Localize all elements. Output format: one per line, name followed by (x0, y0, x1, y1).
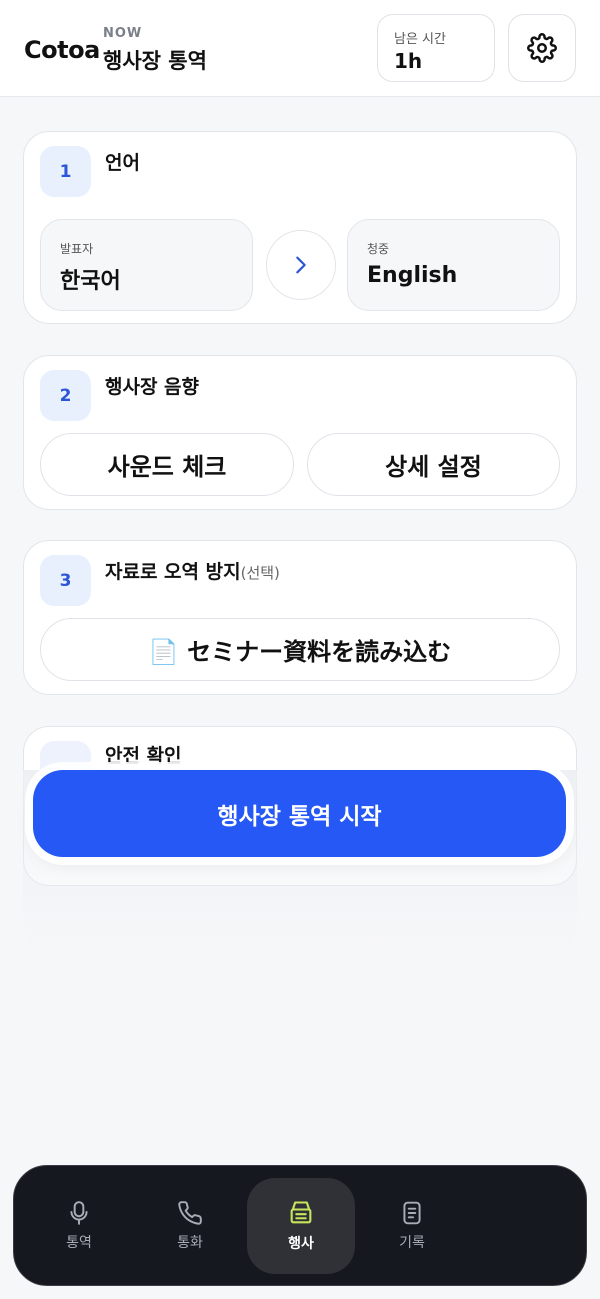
step-number: 1 (40, 146, 91, 197)
app-logo: Cotoa (24, 36, 100, 64)
nav-label: 행사 (288, 1236, 314, 1252)
language-card: 1 언어 발표자 한국어 청중 English (23, 131, 577, 324)
venue-audio-card: 2 행사장 음향 사운드 체크 상세 설정 (23, 355, 577, 510)
card-title: 자료로 오역 방지(선택) (105, 557, 280, 584)
card-title: 안전 확인 (105, 745, 182, 767)
audience-language-selector[interactable]: 청중 English (347, 219, 560, 311)
chevron-right-icon (296, 256, 306, 274)
optional-label: (선택) (240, 564, 280, 582)
speaker-language-value: 한국어 (60, 269, 121, 294)
card-title-text: 자료로 오역 방지 (105, 561, 241, 583)
step-number: 3 (40, 555, 91, 606)
card-title: 행사장 음향 (105, 376, 200, 398)
load-material-button[interactable]: 📄 セミナー資料を読み込む (40, 618, 560, 681)
event-icon (290, 1201, 312, 1224)
remaining-time-box[interactable]: 남은 시간 1h (377, 14, 495, 82)
remaining-time-value: 1h (394, 49, 423, 73)
bottom-navigation: 통역 통화 행사 기록 (13, 1165, 587, 1286)
nav-label: 통역 (66, 1235, 92, 1251)
nav-label: 기록 (399, 1235, 425, 1251)
language-direction-button[interactable] (266, 230, 336, 300)
nav-item-history[interactable]: 기록 (358, 1178, 466, 1274)
current-mode-title: 행사장 통역 (103, 49, 207, 73)
step-number: 2 (40, 370, 91, 421)
microphone-icon (70, 1201, 88, 1225)
nav-label: 통화 (177, 1235, 203, 1251)
nav-item-event[interactable]: 행사 (247, 1178, 355, 1274)
phone-icon (178, 1201, 202, 1225)
gear-icon (527, 33, 557, 63)
speaker-language-selector[interactable]: 발표자 한국어 (40, 219, 253, 311)
audience-language-value: English (367, 263, 458, 288)
card-title: 언어 (105, 152, 140, 174)
detail-settings-button[interactable]: 상세 설정 (307, 433, 560, 496)
start-interpretation-button[interactable]: 행사장 통역 시작 (33, 770, 566, 857)
audience-label: 청중 (367, 242, 390, 256)
speaker-label: 발표자 (60, 242, 94, 256)
sound-check-button[interactable]: 사운드 체크 (40, 433, 294, 496)
app-header: Cotoa NOW 행사장 통역 남은 시간 1h (0, 0, 600, 97)
remaining-time-label: 남은 시간 (394, 32, 446, 47)
document-icon (403, 1201, 421, 1225)
settings-button[interactable] (508, 14, 576, 82)
now-label: NOW (103, 26, 143, 41)
nav-item-call[interactable]: 통화 (136, 1178, 244, 1274)
material-card: 3 자료로 오역 방지(선택) 📄 セミナー資料を読み込む (23, 540, 577, 695)
nav-item-interpret[interactable]: 통역 (25, 1178, 133, 1274)
